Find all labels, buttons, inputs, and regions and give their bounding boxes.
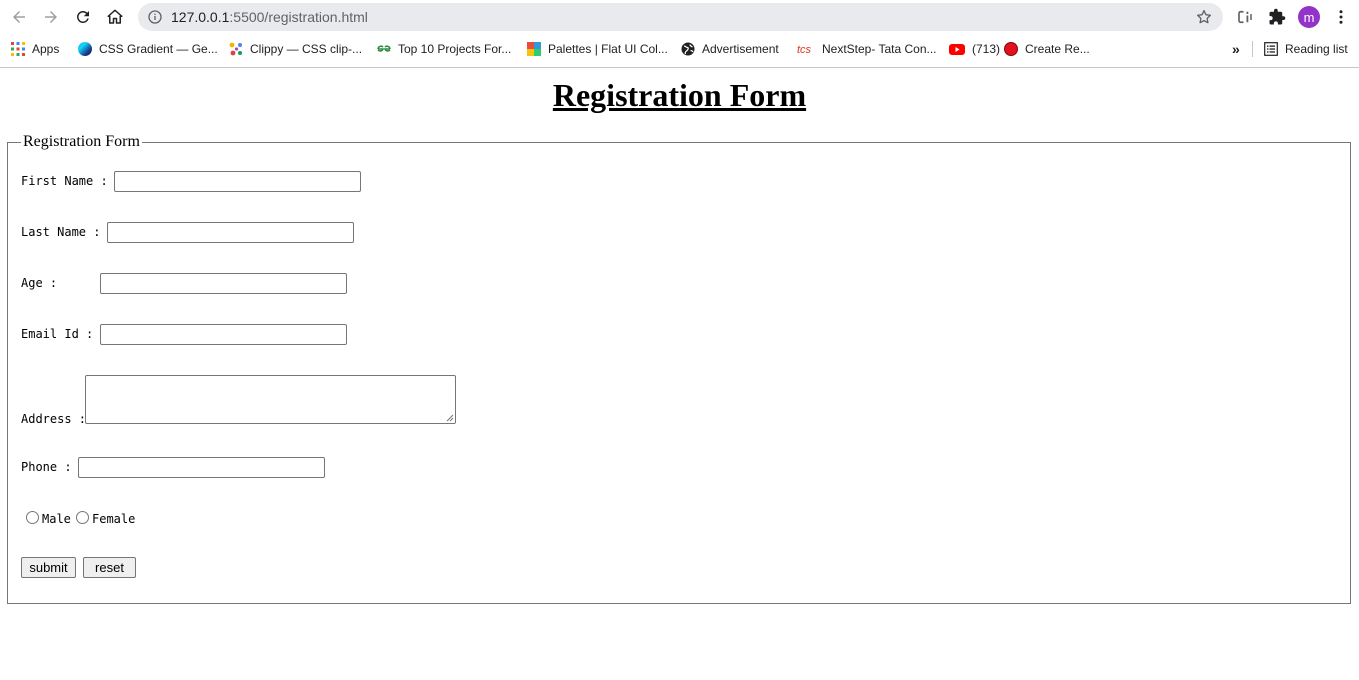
bookmark-nextstep-tcs[interactable]: tcs NextStep- Tata Con...: [797, 41, 937, 57]
bookmark-palettes[interactable]: Palettes | Flat UI Col...: [527, 41, 668, 57]
back-arrow-icon[interactable]: [9, 7, 29, 27]
geeksforgeeks-favicon: [377, 45, 391, 52]
extension-ci-icon[interactable]: [1235, 7, 1255, 27]
url-text: 127.0.0.1:5500/registration.html: [171, 9, 368, 25]
registration-fieldset: Registration Form: [7, 133, 1351, 604]
bookmark-advertisement[interactable]: Advertisement: [681, 41, 779, 57]
clippy-favicon: [229, 42, 242, 56]
apps-grid-icon: [11, 42, 25, 56]
bookmark-youtube[interactable]: (713): [949, 41, 1000, 57]
palettes-favicon: [527, 42, 541, 56]
home-icon[interactable]: [105, 7, 125, 27]
fieldset-legend: Registration Form: [23, 133, 140, 150]
bookmark-label: NextStep- Tata Con...: [822, 42, 937, 56]
extensions-puzzle-icon[interactable]: [1267, 7, 1287, 27]
reading-list-button[interactable]: Reading list: [1264, 41, 1348, 57]
age-label: Age :: [21, 276, 101, 290]
url-host: 127.0.0.1: [171, 9, 230, 25]
female-label: Female: [92, 512, 136, 526]
globe-icon: [681, 42, 695, 56]
first-name-input[interactable]: [114, 171, 361, 192]
bookmark-clippy[interactable]: Clippy — CSS clip-...: [229, 41, 362, 57]
male-label: Male: [42, 512, 71, 526]
textarea-resize-handle[interactable]: [446, 414, 454, 422]
profile-avatar[interactable]: m: [1298, 6, 1320, 28]
bookmark-label: Palettes | Flat UI Col...: [548, 42, 668, 56]
css-gradient-favicon: [78, 42, 92, 56]
address-label: Address :: [21, 412, 87, 426]
address-textarea[interactable]: [85, 375, 456, 424]
email-label: Email Id :: [21, 327, 101, 341]
bookmark-top-10-projects[interactable]: Top 10 Projects For...: [377, 41, 511, 57]
site-info-icon[interactable]: [147, 9, 163, 25]
phone-input[interactable]: [78, 457, 325, 478]
bookmark-label: CSS Gradient — Ge...: [99, 42, 218, 56]
browser-toolbar: 127.0.0.1:5500/registration.html m: [0, 0, 1359, 34]
phone-label: Phone :: [21, 460, 79, 474]
age-input[interactable]: [100, 273, 347, 294]
toolbar-divider: [0, 67, 1359, 68]
male-radio[interactable]: [26, 511, 39, 524]
last-name-input[interactable]: [107, 222, 354, 243]
svg-text:tcs: tcs: [797, 44, 812, 56]
bookmark-label: Create Re...: [1025, 42, 1090, 56]
bookmark-apps[interactable]: Apps: [11, 41, 59, 57]
bookmark-create-re[interactable]: Create Re...: [1004, 41, 1090, 57]
female-radio[interactable]: [76, 511, 89, 524]
bookmarks-bar: Apps CSS Gradient — Ge... Clippy — CSS c…: [0, 35, 1359, 62]
bookmark-label: Clippy — CSS clip-...: [250, 42, 363, 56]
email-input[interactable]: [100, 324, 347, 345]
forward-arrow-icon[interactable]: [41, 7, 61, 27]
address-bar[interactable]: 127.0.0.1:5500/registration.html: [138, 3, 1223, 31]
submit-button[interactable]: submit: [21, 557, 76, 578]
bookmark-star-icon[interactable]: [1195, 8, 1213, 26]
reading-list-label: Reading list: [1285, 42, 1348, 56]
more-bookmarks-chevron[interactable]: »: [1232, 41, 1240, 57]
reading-list-icon: [1264, 42, 1278, 56]
page-title: Registration Form: [552, 77, 807, 113]
tcs-favicon: tcs: [797, 44, 812, 56]
bookmark-label: Apps: [32, 42, 60, 56]
bookmark-label: Advertisement: [702, 42, 779, 56]
more-bookmarks-icon: »: [1232, 41, 1240, 57]
bookmarks-separator: [1252, 41, 1253, 57]
first-name-label: First Name :: [21, 174, 115, 188]
youtube-favicon: [949, 44, 965, 55]
kebab-menu-icon[interactable]: [1331, 7, 1351, 27]
reset-button[interactable]: reset: [83, 557, 136, 578]
last-name-label: Last Name :: [21, 225, 108, 239]
profile-initial: m: [1303, 9, 1315, 25]
bookmark-label: Top 10 Projects For...: [398, 42, 512, 56]
red-dot-favicon: [1004, 42, 1018, 56]
bookmark-css-gradient[interactable]: CSS Gradient — Ge...: [78, 41, 218, 57]
url-path: :5500/registration.html: [229, 9, 368, 25]
reload-icon[interactable]: [73, 7, 93, 27]
bookmark-label: (713): [972, 42, 1001, 56]
